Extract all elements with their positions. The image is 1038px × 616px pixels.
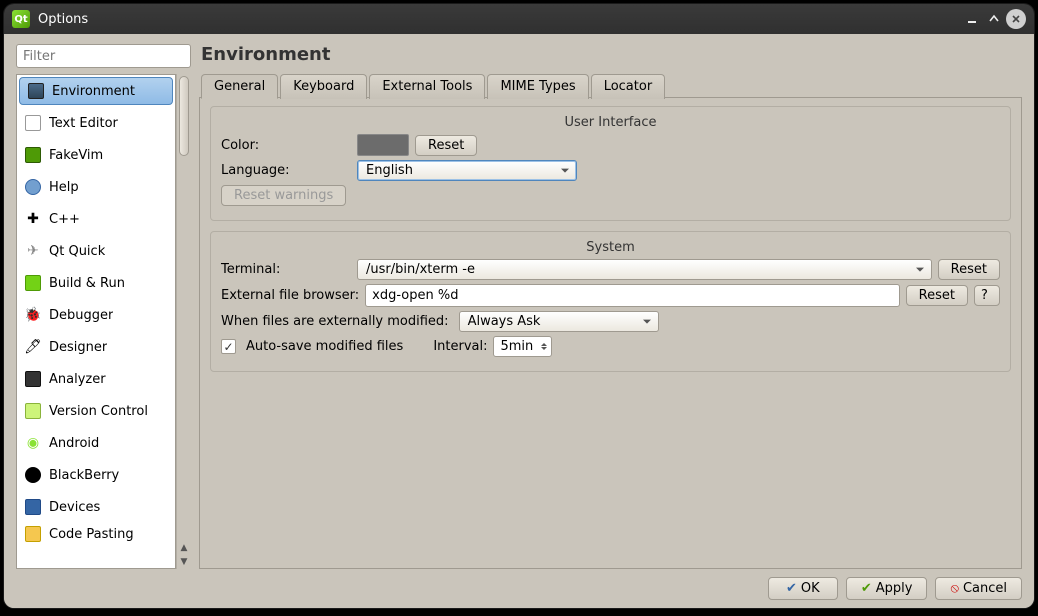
terminal-select[interactable]: /usr/bin/xterm -e — [357, 259, 932, 280]
sidebar-item-qtquick[interactable]: ✈ Qt Quick — [17, 235, 175, 267]
sidebar-item-blackberry[interactable]: BlackBerry — [17, 459, 175, 491]
apply-button[interactable]: ✔ Apply — [846, 577, 928, 600]
sidebar-item-cpp[interactable]: ✚ C++ — [17, 203, 175, 235]
reset-color-button[interactable]: Reset — [415, 135, 477, 156]
sidebar-item-text-editor[interactable]: Text Editor — [17, 107, 175, 139]
apply-icon: ✔ — [861, 581, 872, 596]
browser-label: External file browser: — [221, 288, 359, 303]
tab-general[interactable]: General — [201, 74, 278, 99]
sidebar-item-label: Help — [49, 180, 79, 195]
debugger-icon: 🐞 — [23, 305, 43, 325]
scroll-up-icon[interactable]: ▲ — [177, 541, 191, 555]
designer-icon: 🖊 — [23, 337, 43, 357]
options-window: Qt Options Environment — [4, 4, 1034, 608]
modified-select[interactable]: Always Ask — [459, 311, 659, 332]
monitor-icon — [26, 81, 46, 101]
sidebar-item-label: Build & Run — [49, 276, 125, 291]
ok-button[interactable]: ✔ OK — [768, 577, 838, 600]
title-bar[interactable]: Qt Options — [4, 4, 1034, 34]
terminal-label: Terminal: — [221, 262, 351, 277]
terminal-reset-button[interactable]: Reset — [938, 259, 1000, 280]
browser-reset-button[interactable]: Reset — [906, 285, 968, 306]
language-select[interactable]: English — [357, 160, 577, 181]
group-title: System — [221, 240, 1000, 255]
sidebar-item-label: Devices — [49, 500, 100, 515]
sidebar-item-buildrun[interactable]: Build & Run — [17, 267, 175, 299]
sidebar-item-label: BlackBerry — [49, 468, 119, 483]
sidebar-item-devices[interactable]: Devices — [17, 491, 175, 523]
group-system: System Terminal: /usr/bin/xterm -e Reset… — [210, 231, 1011, 372]
sidebar-item-label: Code Pasting — [49, 527, 134, 542]
sidebar-item-label: FakeVim — [49, 148, 103, 163]
tab-mime-types[interactable]: MIME Types — [487, 74, 588, 99]
sidebar-item-debugger[interactable]: 🐞 Debugger — [17, 299, 175, 331]
sidebar-item-label: Environment — [52, 84, 135, 99]
sidebar-item-label: Text Editor — [49, 116, 118, 131]
reset-warnings-button[interactable]: Reset warnings — [221, 185, 346, 206]
devices-icon — [23, 497, 43, 517]
window-title: Options — [38, 12, 960, 27]
text-editor-icon — [23, 113, 43, 133]
browser-input[interactable] — [365, 284, 900, 307]
sidebar-item-help[interactable]: Help — [17, 171, 175, 203]
sidebar-item-analyzer[interactable]: Analyzer — [17, 363, 175, 395]
autosave-label: Auto-save modified files — [246, 339, 403, 354]
tab-keyboard[interactable]: Keyboard — [280, 74, 367, 99]
help-icon — [23, 177, 43, 197]
tab-external-tools[interactable]: External Tools — [369, 74, 485, 99]
sidebar-item-fakevim[interactable]: FakeVim — [17, 139, 175, 171]
sidebar-item-label: Android — [49, 436, 99, 451]
interval-label: Interval: — [433, 339, 487, 354]
build-run-icon — [23, 273, 43, 293]
sidebar-item-vcs[interactable]: Version Control — [17, 395, 175, 427]
sidebar-item-environment[interactable]: Environment — [19, 77, 173, 105]
maximize-icon[interactable] — [984, 9, 1004, 29]
color-label: Color: — [221, 138, 351, 153]
cpp-icon: ✚ — [23, 209, 43, 229]
fakevim-icon — [23, 145, 43, 165]
sidebar-item-designer[interactable]: 🖊 Designer — [17, 331, 175, 363]
sidebar-item-label: Qt Quick — [49, 244, 105, 259]
blackberry-icon — [23, 465, 43, 485]
modified-label: When files are externally modified: — [221, 314, 449, 329]
ok-icon: ✔ — [786, 581, 797, 596]
sidebar-item-codepasting[interactable]: Code Pasting — [17, 523, 175, 545]
scroll-down-icon[interactable]: ▼ — [177, 555, 191, 569]
interval-spinner[interactable]: 5min — [493, 336, 552, 357]
cancel-icon: ⦸ — [950, 581, 958, 596]
tab-page-general: User Interface Color: Reset Language: En… — [199, 97, 1022, 569]
filter-input[interactable] — [16, 44, 191, 68]
group-title: User Interface — [221, 115, 1000, 130]
sidebar-scrollbar[interactable]: ▲ ▼ — [176, 74, 191, 569]
category-list[interactable]: Environment Text Editor FakeVim Hel — [16, 74, 176, 569]
qtquick-icon: ✈ — [23, 241, 43, 261]
analyzer-icon — [23, 369, 43, 389]
sidebar-item-label: C++ — [49, 212, 80, 227]
android-icon: ◉ — [23, 433, 43, 453]
qt-logo-icon: Qt — [12, 10, 30, 28]
browser-help-button[interactable]: ? — [974, 285, 1000, 306]
page-title: Environment — [201, 44, 1022, 65]
vcs-icon — [23, 401, 43, 421]
sidebar-item-label: Version Control — [49, 404, 148, 419]
autosave-checkbox[interactable] — [221, 339, 236, 354]
sidebar-item-label: Analyzer — [49, 372, 106, 387]
tab-locator[interactable]: Locator — [591, 74, 665, 99]
scrollbar-thumb[interactable] — [179, 76, 189, 156]
close-icon[interactable] — [1006, 9, 1026, 29]
minimize-icon[interactable] — [962, 9, 982, 29]
dialog-button-row: ✔ OK ✔ Apply ⦸ Cancel — [16, 569, 1022, 600]
tab-bar: General Keyboard External Tools MIME Typ… — [199, 73, 1022, 98]
cancel-button[interactable]: ⦸ Cancel — [935, 577, 1022, 600]
paste-icon — [23, 524, 43, 544]
group-user-interface: User Interface Color: Reset Language: En… — [210, 106, 1011, 221]
language-label: Language: — [221, 163, 351, 178]
sidebar-item-label: Designer — [49, 340, 107, 355]
sidebar-item-label: Debugger — [49, 308, 113, 323]
sidebar-item-android[interactable]: ◉ Android — [17, 427, 175, 459]
color-swatch[interactable] — [357, 134, 409, 156]
